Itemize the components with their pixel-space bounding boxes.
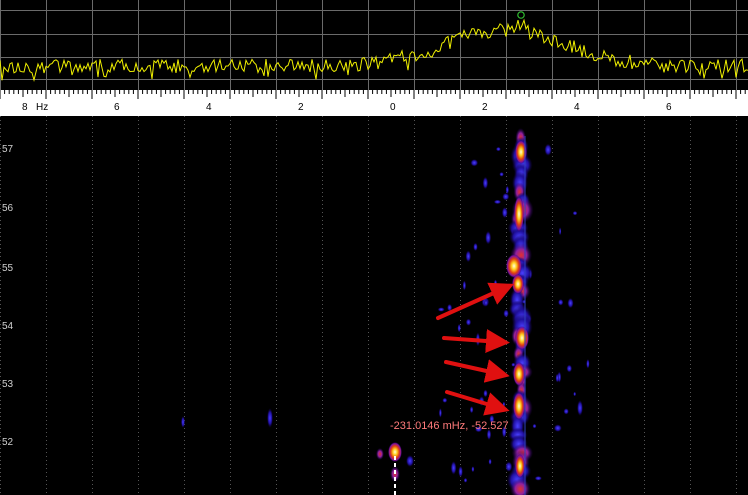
signal-blob bbox=[534, 476, 542, 481]
frequency-ruler[interactable]: 8 Hz 6 4 2 0 2 4 6 bbox=[0, 90, 748, 116]
signal-blob bbox=[438, 408, 442, 418]
waterfall-display[interactable]: 57 56 55 54 53 52 -231.0146 mHz, -52.527 bbox=[0, 116, 748, 495]
time-tick-label: 53 bbox=[2, 379, 14, 390]
frequency-tick-label: 8 bbox=[22, 102, 28, 113]
sdr-spectrum-window: 8 Hz 6 4 2 0 2 4 6 57 56 55 54 53 52 -23… bbox=[0, 0, 748, 495]
signal-blob bbox=[462, 280, 467, 291]
signal-blob bbox=[499, 172, 504, 177]
signal-blob bbox=[493, 199, 502, 205]
cursor-readout: -231.0146 mHz, -52.527 bbox=[390, 420, 509, 432]
signal-blob bbox=[376, 448, 384, 460]
signal-blob bbox=[503, 309, 509, 318]
signal-blob bbox=[513, 362, 525, 386]
signal-blob bbox=[488, 458, 492, 465]
spectrum-plot[interactable] bbox=[0, 0, 748, 90]
signal-blob bbox=[558, 299, 564, 306]
signal-blob bbox=[586, 358, 590, 369]
signal-blob bbox=[470, 159, 479, 167]
signal-blob bbox=[544, 143, 552, 156]
time-tick-label: 57 bbox=[2, 144, 14, 155]
frequency-tick-label: 6 bbox=[114, 102, 120, 113]
signal-blob bbox=[563, 408, 569, 415]
signal-blob bbox=[515, 326, 529, 350]
signal-blob bbox=[483, 299, 489, 307]
signal-blob bbox=[532, 423, 537, 429]
signal-blob bbox=[505, 185, 509, 195]
signal-blob bbox=[501, 207, 508, 219]
signal-blob bbox=[457, 323, 461, 333]
signal-blob bbox=[406, 455, 414, 467]
frequency-tick-label: 0 bbox=[390, 102, 396, 113]
signal-blob bbox=[502, 401, 506, 408]
signal-blob bbox=[463, 477, 468, 483]
signal-blob bbox=[483, 389, 488, 398]
signal-blob bbox=[473, 242, 478, 251]
signal-blob bbox=[513, 392, 525, 420]
time-tick-label: 54 bbox=[2, 321, 14, 332]
signal-blob bbox=[482, 176, 489, 190]
frequency-tick-label: 6 bbox=[666, 102, 672, 113]
signal-blob bbox=[512, 274, 524, 294]
signal-blob bbox=[553, 424, 562, 432]
time-tick-label: 56 bbox=[2, 203, 14, 214]
signal-blob bbox=[514, 196, 524, 232]
signal-blob bbox=[458, 465, 463, 478]
frequency-tick-label: 2 bbox=[482, 102, 488, 113]
signal-blob bbox=[267, 408, 273, 428]
signal-blob bbox=[469, 406, 474, 414]
signal-blob bbox=[515, 454, 525, 478]
signal-blob bbox=[495, 146, 501, 152]
signal-blob bbox=[555, 373, 559, 383]
signal-blob bbox=[493, 279, 498, 287]
signal-blob bbox=[465, 250, 472, 263]
signal-blob bbox=[485, 230, 492, 245]
signal-blob bbox=[465, 318, 472, 326]
signal-blob bbox=[181, 416, 185, 428]
signal-blob bbox=[577, 400, 583, 416]
signal-blob bbox=[567, 297, 574, 309]
signal-blob bbox=[442, 397, 448, 403]
frequency-tick-label: 4 bbox=[206, 102, 212, 113]
frequency-unit-label: Hz bbox=[36, 102, 48, 113]
signal-blob bbox=[573, 391, 577, 397]
time-tick-label: 55 bbox=[2, 263, 14, 274]
signal-blob bbox=[471, 466, 475, 473]
signal-blob bbox=[572, 211, 578, 216]
signal-blob bbox=[559, 227, 562, 236]
signal-blob bbox=[450, 461, 457, 475]
signal-blob bbox=[502, 192, 510, 201]
time-tick-label: 52 bbox=[2, 437, 14, 448]
signal-blob bbox=[437, 307, 445, 312]
frequency-tick-label: 2 bbox=[298, 102, 304, 113]
signal-blob bbox=[566, 364, 573, 373]
frequency-tick-label: 4 bbox=[574, 102, 580, 113]
